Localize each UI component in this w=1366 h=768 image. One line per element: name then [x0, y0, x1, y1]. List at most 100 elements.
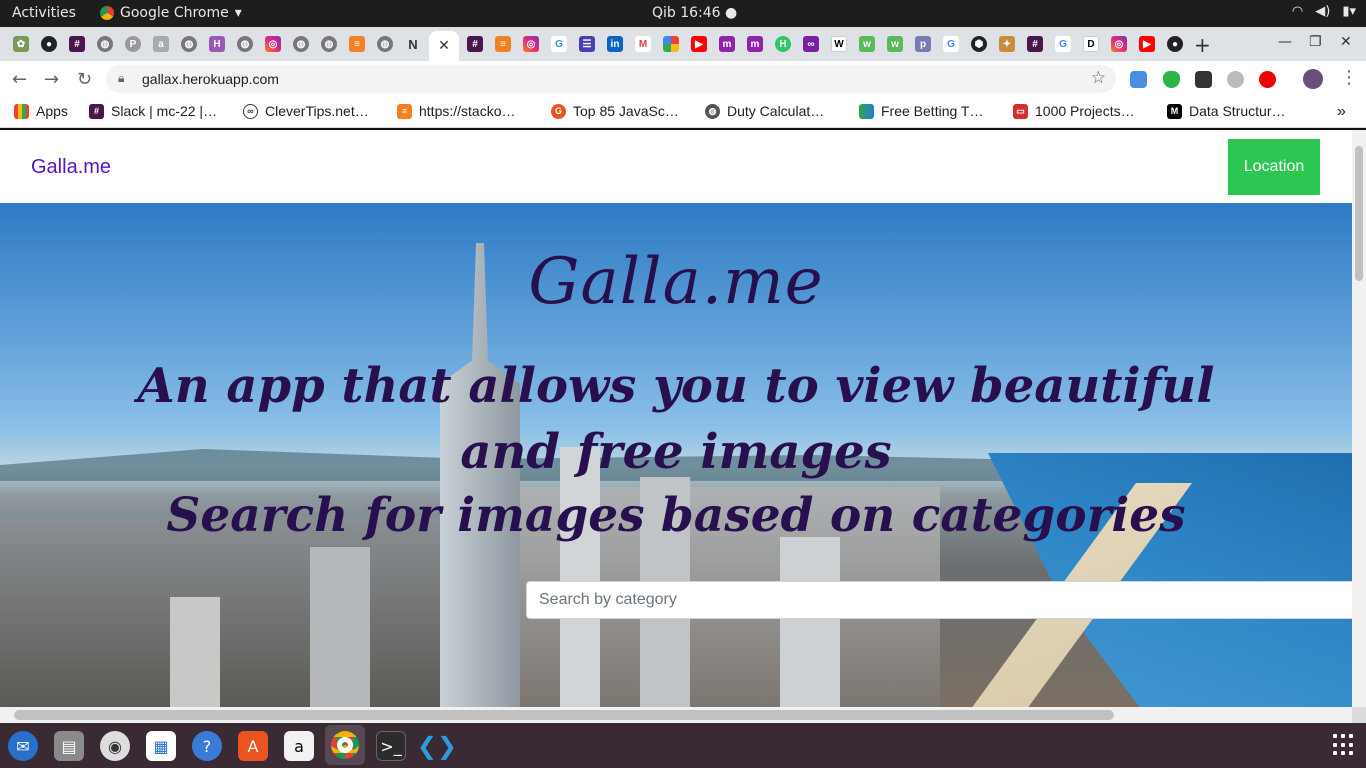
tab[interactable]: P [120, 31, 146, 57]
volume-icon: ◀) [1315, 4, 1331, 19]
bookmarks-bar: Apps # Slack | mc-22 |… ∞ CleverTips.net… [0, 97, 1366, 128]
bookmark-star-icon[interactable]: ☆ [1091, 68, 1106, 88]
restore-icon[interactable]: ❐ [1309, 34, 1322, 50]
tab[interactable]: ⬢ [966, 31, 992, 57]
d-icon: D [1083, 36, 1099, 52]
opera-extension-icon[interactable] [1259, 71, 1276, 88]
bookmark-stackoverflow[interactable]: ≡ https://stacko… [397, 103, 515, 119]
address-bar[interactable]: 🔒︎ gallax.herokuapp.com ☆ [106, 65, 1116, 93]
amazon-icon[interactable]: a [284, 731, 314, 761]
bookmark-apps[interactable]: Apps [14, 103, 68, 119]
tab[interactable]: ✦ [994, 31, 1020, 57]
activities-button[interactable]: Activities [12, 5, 76, 21]
tab[interactable]: ∞ [798, 31, 824, 57]
system-tray[interactable]: ◠ ◀) ▮▾ [1292, 4, 1356, 19]
vertical-scrollbar[interactable] [1352, 130, 1366, 707]
horizontal-scrollbar[interactable] [0, 707, 1352, 723]
category-search-input[interactable] [526, 581, 1352, 619]
shield-extension-icon[interactable] [1163, 71, 1180, 88]
tab[interactable]: ● [1162, 31, 1188, 57]
help-icon[interactable]: ? [192, 731, 222, 761]
bookmark-duty[interactable]: ◍ Duty Calculat… [705, 103, 824, 119]
rhythmbox-icon[interactable]: ◉ [100, 731, 130, 761]
scroll-thumb[interactable] [14, 710, 1114, 720]
back-icon[interactable]: ← [12, 69, 27, 90]
forward-icon[interactable]: → [44, 69, 59, 90]
tab[interactable]: ◍ [372, 31, 398, 57]
bookmark-clevertips[interactable]: ∞ CleverTips.net… [243, 103, 369, 119]
clevertips-icon: ∞ [243, 103, 258, 119]
tab[interactable]: M [630, 31, 656, 57]
url-text: gallax.herokuapp.com [142, 71, 279, 87]
tab[interactable]: ≡ [490, 31, 516, 57]
brand-link[interactable]: Galla.me [31, 156, 111, 179]
bookmark-slack[interactable]: # Slack | mc-22 |… [89, 103, 217, 119]
active-tab[interactable]: ✕ [429, 31, 459, 61]
writer-icon[interactable]: ▦ [146, 731, 176, 761]
bookmark-label: Top 85 JavaSc… [573, 103, 679, 119]
tab[interactable]: ◍ [176, 31, 202, 57]
bookmark-projects[interactable]: ▭ 1000 Projects… [1013, 103, 1135, 119]
tab[interactable]: H [770, 31, 796, 57]
medium-icon: M [1167, 103, 1182, 119]
bookmark-data-structures[interactable]: M Data Structur… [1167, 103, 1285, 119]
vscode-icon[interactable]: ❮❯ [417, 731, 457, 761]
tab[interactable]: # [462, 31, 488, 57]
tab[interactable]: w [854, 31, 880, 57]
files-icon[interactable]: ▤ [54, 731, 84, 761]
tab[interactable]: W [826, 31, 852, 57]
avatar[interactable] [1303, 69, 1323, 89]
thunderbird-icon[interactable]: ✉ [8, 731, 38, 761]
reload-icon[interactable]: ↻ [77, 69, 92, 90]
software-icon[interactable]: A [238, 731, 268, 761]
tab[interactable]: ◍ [232, 31, 258, 57]
menu-icon[interactable]: ⋮ [1340, 67, 1358, 88]
tab[interactable]: ◎ [260, 31, 286, 57]
tab[interactable]: D [1078, 31, 1104, 57]
tab[interactable]: ◎ [1106, 31, 1132, 57]
tab[interactable]: # [1022, 31, 1048, 57]
tab[interactable]: G [1050, 31, 1076, 57]
close-tab-icon[interactable]: ✕ [438, 38, 450, 54]
tab[interactable]: H [204, 31, 230, 57]
chrome-dock-icon[interactable] [325, 725, 365, 765]
tab[interactable]: ☰ [574, 31, 600, 57]
tab[interactable]: w [882, 31, 908, 57]
tab[interactable]: ◍ [92, 31, 118, 57]
tab[interactable]: m [742, 31, 768, 57]
tab[interactable]: # [64, 31, 90, 57]
tab[interactable]: ✿ [8, 31, 34, 57]
bookmark-javascript[interactable]: G Top 85 JavaSc… [551, 103, 679, 119]
terminal-icon[interactable]: >_ [376, 731, 406, 761]
download-extension-icon[interactable] [1130, 71, 1147, 88]
tab[interactable]: in [602, 31, 628, 57]
location-button[interactable]: Location [1228, 139, 1320, 195]
more-bookmarks-button[interactable]: » [1337, 103, 1346, 121]
globe-icon: ◍ [321, 36, 337, 52]
tab[interactable]: ≡ [344, 31, 370, 57]
tab[interactable] [658, 31, 684, 57]
check-extension-icon[interactable] [1227, 71, 1244, 88]
show-applications-icon[interactable] [1333, 734, 1355, 756]
tab[interactable]: p [910, 31, 936, 57]
new-tab-button[interactable]: + [1194, 33, 1211, 57]
tab[interactable]: N [400, 31, 426, 57]
minimize-icon[interactable]: — [1278, 34, 1292, 50]
tab[interactable]: a [148, 31, 174, 57]
tab[interactable]: ◎ [518, 31, 544, 57]
tab[interactable]: m [714, 31, 740, 57]
scroll-thumb[interactable] [1355, 146, 1363, 281]
tab[interactable]: ▶ [686, 31, 712, 57]
tab[interactable]: G [546, 31, 572, 57]
tab[interactable]: ◍ [288, 31, 314, 57]
clock[interactable]: Qib 16:46 ● [652, 5, 737, 21]
close-window-icon[interactable]: ✕ [1340, 34, 1352, 50]
tab[interactable]: ● [36, 31, 62, 57]
app-menu[interactable]: Google Chrome ▾ [100, 5, 242, 21]
tab[interactable]: ◍ [316, 31, 342, 57]
tab[interactable]: ▶ [1134, 31, 1160, 57]
cube-extension-icon[interactable] [1195, 71, 1212, 88]
bookmark-betting[interactable]: Free Betting T… [859, 103, 983, 119]
hero-building [310, 547, 370, 707]
tab[interactable]: G [938, 31, 964, 57]
